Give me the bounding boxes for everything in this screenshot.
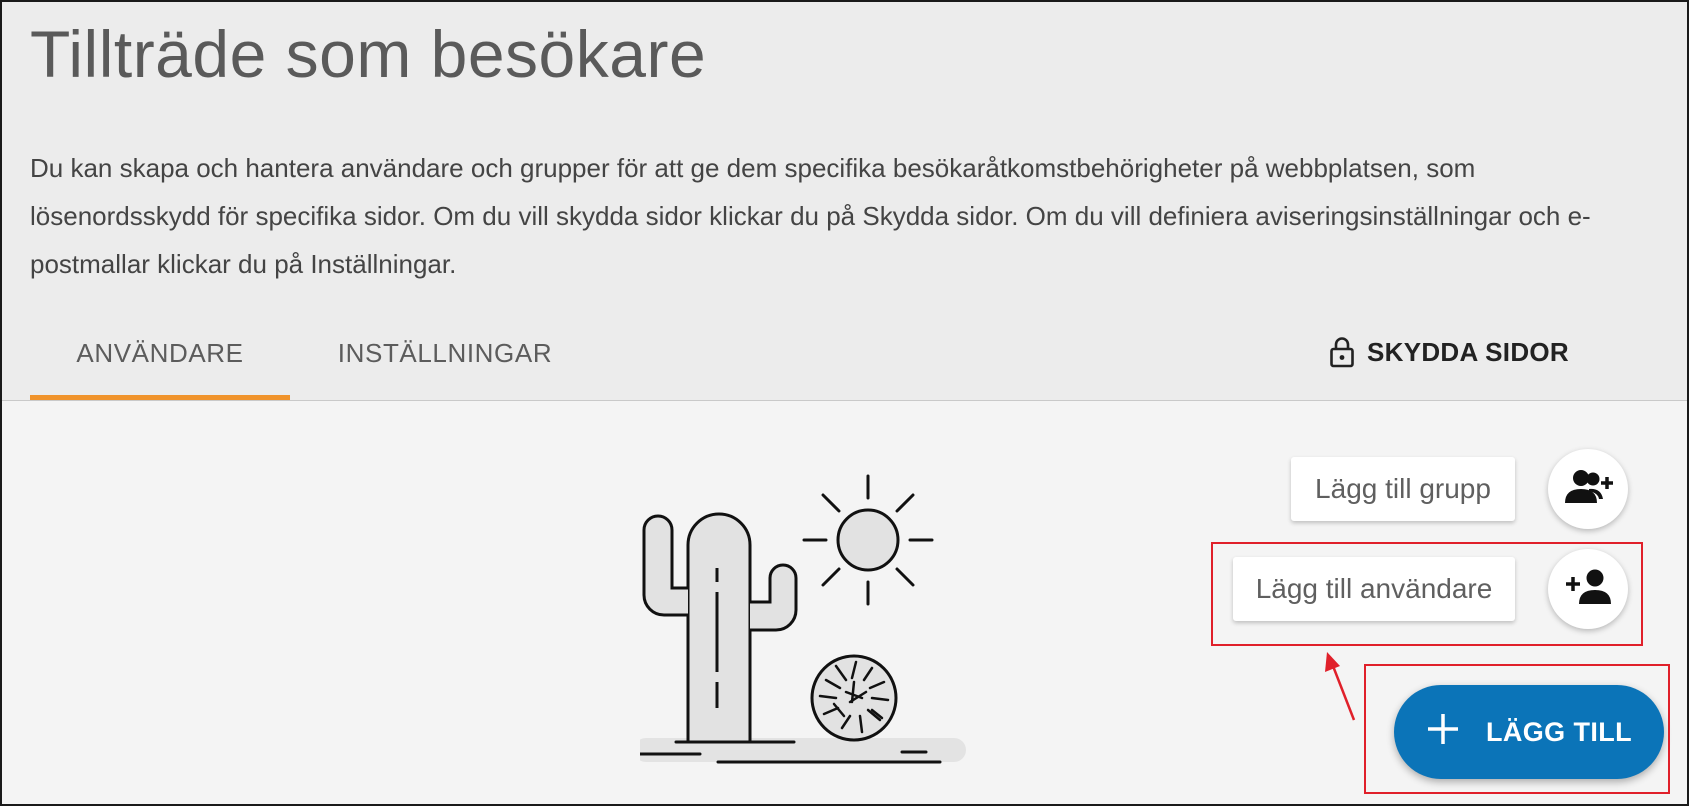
add-fab-button[interactable]: LÄGG TILL (1394, 685, 1664, 779)
page-header: Tillträde som besökare Du kan skapa och … (2, 2, 1687, 401)
tab-settings-label: INSTÄLLNINGAR (337, 338, 553, 368)
add-user-button[interactable] (1548, 549, 1628, 629)
add-user-label-button[interactable]: Lägg till användare (1233, 557, 1515, 621)
add-user-label: Lägg till användare (1255, 573, 1493, 604)
group-add-icon (1563, 467, 1613, 512)
tab-users-label: ANVÄNDARE (76, 338, 244, 368)
plus-icon (1426, 712, 1460, 753)
empty-state-illustration (624, 470, 1010, 785)
tab-settings[interactable]: INSTÄLLNINGAR (320, 314, 570, 400)
tab-users[interactable]: ANVÄNDARE (30, 314, 290, 400)
add-group-label-button[interactable]: Lägg till grupp (1291, 457, 1515, 521)
page-title: Tillträde som besökare (30, 17, 707, 91)
annotation-arrow (1322, 650, 1362, 729)
protect-pages-label: SKYDDA SIDOR (1367, 336, 1569, 367)
add-fab-label: LÄGG TILL (1485, 716, 1633, 747)
page-description: Du kan skapa och hantera användare och g… (30, 153, 1591, 279)
person-add-icon (1564, 567, 1612, 612)
add-group-label: Lägg till grupp (1315, 473, 1491, 504)
lock-icon (1329, 336, 1355, 368)
visitor-access-page: Tillträde som besökare Du kan skapa och … (0, 0, 1689, 806)
protect-pages-button[interactable]: SKYDDA SIDOR (1329, 336, 1569, 368)
add-group-button[interactable] (1548, 449, 1628, 529)
